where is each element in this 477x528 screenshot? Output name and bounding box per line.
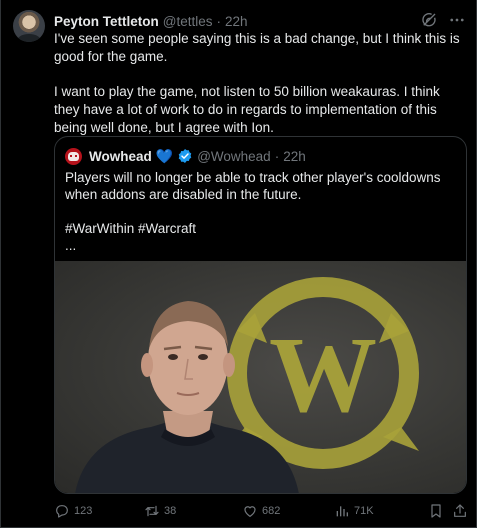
quoted-avatar[interactable]: [65, 147, 82, 165]
like-count: 682: [262, 505, 281, 517]
reply-count: 123: [74, 505, 93, 517]
tweet-time[interactable]: 22h: [225, 14, 248, 29]
grok-icon[interactable]: [420, 11, 438, 29]
repost-count: 38: [164, 505, 177, 517]
quoted-hashtags[interactable]: #WarWithin #Warcraft: [65, 220, 457, 237]
author-name[interactable]: Peyton Tettleton: [54, 14, 159, 29]
logo-letter: W: [269, 316, 377, 435]
quoted-author-handle[interactable]: @Wowhead: [197, 149, 271, 164]
bookmark-button[interactable]: [428, 502, 444, 520]
quoted-tweet[interactable]: Wowhead 💙 @Wowhead · 22h Players will no…: [54, 136, 467, 494]
share-icon: [452, 503, 468, 519]
blue-heart-emoji: 💙: [155, 148, 174, 164]
person-photo: [75, 301, 299, 493]
author-avatar[interactable]: [13, 10, 45, 42]
views-button[interactable]: 71K: [334, 502, 374, 520]
bookmark-icon: [428, 503, 444, 519]
repost-button[interactable]: 38: [144, 502, 176, 520]
views-count: 71K: [354, 505, 374, 517]
more-icon[interactable]: [448, 11, 466, 29]
header-separator: ·: [216, 13, 222, 29]
tweet-paragraph: I've seen some people saying this is a b…: [54, 31, 460, 64]
tweet-top-actions: [420, 11, 466, 29]
verified-badge-icon: [177, 148, 193, 164]
tweet-header: Peyton Tettleton @tettles · 22h: [54, 12, 248, 30]
like-button[interactable]: 682: [242, 502, 280, 520]
tweet-text: I've seen some people saying this is a b…: [54, 30, 468, 137]
heart-icon: [242, 503, 258, 519]
quoted-media-image[interactable]: W: [55, 261, 466, 493]
views-icon: [334, 503, 350, 519]
tweet-action-bar: 123 38 682 71K: [54, 502, 474, 520]
quoted-author-name[interactable]: Wowhead: [89, 149, 152, 164]
repost-icon: [144, 503, 160, 519]
author-handle[interactable]: @tettles: [163, 14, 213, 29]
quoted-text: Players will no longer be able to track …: [65, 169, 457, 254]
reply-icon: [54, 503, 70, 519]
reply-button[interactable]: 123: [54, 502, 92, 520]
quoted-body: Players will no longer be able to track …: [65, 170, 441, 202]
share-button[interactable]: [452, 502, 468, 520]
warcraft-logo: W: [227, 277, 419, 469]
quoted-separator: ·: [274, 148, 280, 164]
tweet[interactable]: Peyton Tettleton @tettles · 22h I've see…: [0, 0, 477, 528]
tweet-paragraph: I want to play the game, not listen to 5…: [54, 84, 440, 135]
quoted-header: Wowhead 💙 @Wowhead · 22h: [65, 147, 306, 165]
quoted-time[interactable]: 22h: [283, 149, 306, 164]
quoted-truncation: ...: [65, 238, 77, 253]
